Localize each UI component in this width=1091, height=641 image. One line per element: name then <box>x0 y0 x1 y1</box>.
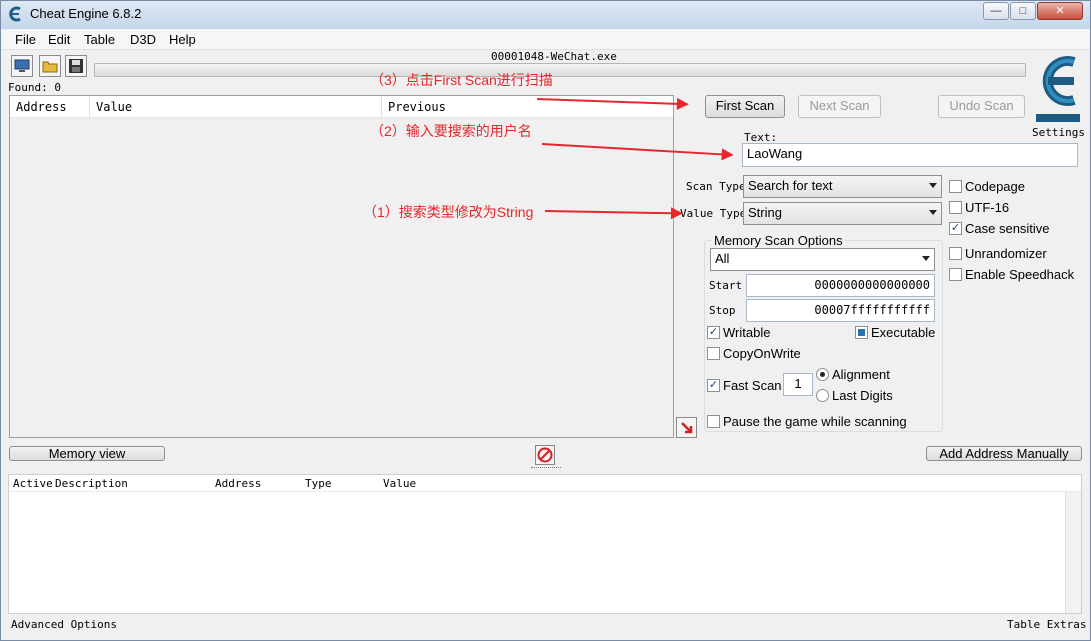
vertical-scrollbar[interactable] <box>1065 492 1081 613</box>
value-type-value: String <box>748 205 782 220</box>
chevron-down-icon <box>922 256 930 261</box>
value-type-label: Value Type <box>680 207 747 220</box>
column-description[interactable]: Description <box>55 477 128 490</box>
pause-game-checkbox[interactable] <box>707 415 720 428</box>
memory-view-button[interactable]: Memory view <box>9 446 165 461</box>
address-table[interactable]: Active Description Address Type Value <box>8 474 1082 614</box>
start-address-input[interactable]: 0000000000000000 <box>746 274 935 297</box>
fast-scan-alignment-input[interactable]: 1 <box>783 373 813 396</box>
writable-checkbox[interactable]: ✓ <box>707 326 720 339</box>
memory-region-select[interactable]: All <box>710 248 935 271</box>
pause-game-label: Pause the game while scanning <box>723 414 907 429</box>
chevron-down-icon <box>929 183 937 188</box>
maximize-button[interactable]: □ <box>1010 2 1036 20</box>
stop-scan-button[interactable] <box>535 445 555 465</box>
open-folder-icon <box>42 61 58 73</box>
value-type-select[interactable]: String <box>743 202 942 225</box>
cheat-engine-app-icon <box>9 6 21 22</box>
speedhack-checkbox[interactable] <box>949 268 962 281</box>
codepage-checkbox[interactable] <box>949 180 962 193</box>
column-value[interactable]: Value <box>383 477 416 490</box>
executable-indeterminate-mark <box>858 329 865 336</box>
unrandomizer-label: Unrandomizer <box>965 246 1047 261</box>
add-address-manually-button[interactable]: Add Address Manually <box>926 446 1082 461</box>
computer-icon <box>14 59 30 72</box>
utf16-checkbox[interactable] <box>949 201 962 214</box>
close-button[interactable]: ✕ <box>1037 2 1083 20</box>
alignment-label: Alignment <box>832 367 890 382</box>
case-sensitive-label: Case sensitive <box>965 221 1050 236</box>
column-previous[interactable]: Previous <box>382 96 673 118</box>
menu-table[interactable]: Table <box>84 32 115 47</box>
column-address[interactable]: Address <box>10 96 90 118</box>
case-sensitive-checkbox[interactable]: ✓ <box>949 222 962 235</box>
splitter-handle[interactable] <box>531 467 561 470</box>
codepage-label: Codepage <box>965 179 1025 194</box>
found-count: Found: 0 <box>8 81 61 94</box>
scan-type-select[interactable]: Search for text <box>743 175 942 198</box>
chevron-down-icon <box>929 210 937 215</box>
add-selected-to-list-button[interactable] <box>676 417 697 438</box>
column-value[interactable]: Value <box>90 96 382 118</box>
fast-scan-label: Fast Scan <box>723 378 782 393</box>
last-digits-label: Last Digits <box>832 388 893 403</box>
executable-label: Executable <box>871 325 936 340</box>
copyonwrite-label: CopyOnWrite <box>723 346 801 361</box>
cheat-engine-logo-icon[interactable] <box>1030 50 1084 124</box>
unrandomizer-checkbox[interactable] <box>949 247 962 260</box>
title-bar <box>1 1 1090 29</box>
menu-help[interactable]: Help <box>169 32 196 47</box>
process-name: 00001048-WeChat.exe <box>491 50 617 63</box>
minimize-button[interactable]: — <box>983 2 1009 20</box>
red-arrow-down-right-icon <box>680 421 692 433</box>
scan-type-label: Scan Type <box>686 180 746 193</box>
start-label: Start <box>709 279 743 292</box>
copyonwrite-checkbox[interactable] <box>707 347 720 360</box>
menu-bar <box>1 30 1090 50</box>
settings-link[interactable]: Settings <box>1032 126 1085 139</box>
scan-value-input[interactable]: LaoWang <box>742 143 1078 167</box>
scan-type-value: Search for text <box>748 178 833 193</box>
writable-label: Writable <box>723 325 771 340</box>
column-address[interactable]: Address <box>215 477 261 490</box>
alignment-radio[interactable] <box>816 368 829 381</box>
save-button[interactable] <box>65 55 87 77</box>
memory-scan-options-title: Memory Scan Options <box>712 233 845 248</box>
floppy-disk-icon <box>69 59 83 73</box>
annotation-step2: （2）输入要搜索的用户名 <box>370 123 532 139</box>
advanced-options-link[interactable]: Advanced Options <box>11 618 117 631</box>
fast-scan-checkbox[interactable]: ✓ <box>707 379 720 392</box>
stop-label: Stop <box>709 304 736 317</box>
column-active[interactable]: Active <box>13 477 53 490</box>
table-extras-link[interactable]: Table Extras <box>1007 618 1086 631</box>
executable-checkbox[interactable] <box>855 326 868 339</box>
menu-edit[interactable]: Edit <box>48 32 70 47</box>
memory-region-value: All <box>715 251 730 266</box>
annotation-step1: （1）搜索类型修改为String <box>363 204 534 220</box>
stop-address-input[interactable]: 00007fffffffffff <box>746 299 935 322</box>
next-scan-button[interactable]: Next Scan <box>798 95 881 118</box>
stop-icon <box>537 447 553 463</box>
menu-file[interactable]: File <box>15 32 36 47</box>
select-process-button[interactable] <box>11 55 33 77</box>
column-type[interactable]: Type <box>305 477 332 490</box>
speedhack-label: Enable Speedhack <box>965 267 1075 282</box>
open-file-button[interactable] <box>39 55 61 77</box>
first-scan-button[interactable]: First Scan <box>705 95 785 118</box>
last-digits-radio[interactable] <box>816 389 829 402</box>
annotation-step3: （3）点击First Scan进行扫描 <box>370 72 553 88</box>
undo-scan-button[interactable]: Undo Scan <box>938 95 1025 118</box>
address-table-header <box>9 475 1081 492</box>
scan-progress-bar <box>94 63 1026 77</box>
menu-d3d[interactable]: D3D <box>130 32 156 47</box>
window-title: Cheat Engine 6.8.2 <box>30 6 142 21</box>
utf16-label: UTF-16 <box>965 200 1010 215</box>
